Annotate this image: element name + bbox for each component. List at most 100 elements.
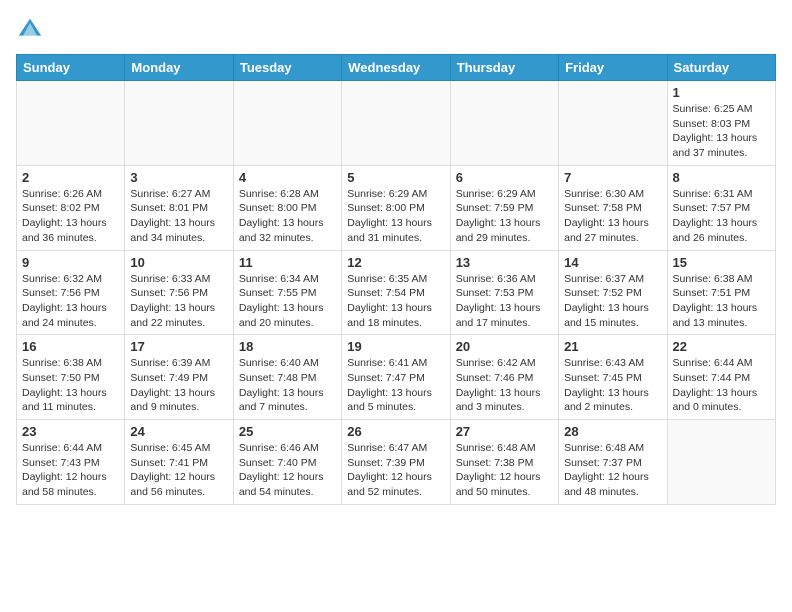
calendar-cell: 21 Sunrise: 6:43 AM Sunset: 7:45 PM Dayli… xyxy=(559,335,667,420)
day-number: 19 xyxy=(347,339,444,354)
day-info: Sunrise: 6:30 AM Sunset: 7:58 PM Dayligh… xyxy=(564,187,661,246)
day-number: 10 xyxy=(130,255,227,270)
day-info: Sunrise: 6:44 AM Sunset: 7:43 PM Dayligh… xyxy=(22,441,119,500)
calendar-cell: 18 Sunrise: 6:40 AM Sunset: 7:48 PM Dayli… xyxy=(233,335,341,420)
calendar-week-row: 1 Sunrise: 6:25 AM Sunset: 8:03 PM Daylig… xyxy=(17,81,776,166)
page-header xyxy=(16,16,776,44)
weekday-header-row: SundayMondayTuesdayWednesdayThursdayFrid… xyxy=(17,55,776,81)
day-info: Sunrise: 6:37 AM Sunset: 7:52 PM Dayligh… xyxy=(564,272,661,331)
calendar-cell: 13 Sunrise: 6:36 AM Sunset: 7:53 PM Dayli… xyxy=(450,250,558,335)
calendar-cell: 20 Sunrise: 6:42 AM Sunset: 7:46 PM Dayli… xyxy=(450,335,558,420)
day-number: 21 xyxy=(564,339,661,354)
calendar-cell: 23 Sunrise: 6:44 AM Sunset: 7:43 PM Dayli… xyxy=(17,420,125,505)
calendar-week-row: 9 Sunrise: 6:32 AM Sunset: 7:56 PM Daylig… xyxy=(17,250,776,335)
day-info: Sunrise: 6:40 AM Sunset: 7:48 PM Dayligh… xyxy=(239,356,336,415)
day-number: 16 xyxy=(22,339,119,354)
day-info: Sunrise: 6:42 AM Sunset: 7:46 PM Dayligh… xyxy=(456,356,553,415)
calendar-cell: 7 Sunrise: 6:30 AM Sunset: 7:58 PM Daylig… xyxy=(559,165,667,250)
weekday-header: Monday xyxy=(125,55,233,81)
day-number: 25 xyxy=(239,424,336,439)
calendar-cell: 27 Sunrise: 6:48 AM Sunset: 7:38 PM Dayli… xyxy=(450,420,558,505)
day-number: 7 xyxy=(564,170,661,185)
day-info: Sunrise: 6:28 AM Sunset: 8:00 PM Dayligh… xyxy=(239,187,336,246)
day-number: 28 xyxy=(564,424,661,439)
calendar-table: SundayMondayTuesdayWednesdayThursdayFrid… xyxy=(16,54,776,505)
day-number: 1 xyxy=(673,85,770,100)
calendar-cell xyxy=(125,81,233,166)
calendar-cell: 5 Sunrise: 6:29 AM Sunset: 8:00 PM Daylig… xyxy=(342,165,450,250)
day-number: 18 xyxy=(239,339,336,354)
day-info: Sunrise: 6:25 AM Sunset: 8:03 PM Dayligh… xyxy=(673,102,770,161)
day-info: Sunrise: 6:41 AM Sunset: 7:47 PM Dayligh… xyxy=(347,356,444,415)
day-info: Sunrise: 6:29 AM Sunset: 7:59 PM Dayligh… xyxy=(456,187,553,246)
calendar-cell: 26 Sunrise: 6:47 AM Sunset: 7:39 PM Dayli… xyxy=(342,420,450,505)
calendar-cell: 3Sunrise: 6:27 AM Sunset: 8:01 PM Daylig… xyxy=(125,165,233,250)
calendar-cell: 15Sunrise: 6:38 AM Sunset: 7:51 PM Dayli… xyxy=(667,250,775,335)
weekday-header: Wednesday xyxy=(342,55,450,81)
calendar-week-row: 23 Sunrise: 6:44 AM Sunset: 7:43 PM Dayli… xyxy=(17,420,776,505)
calendar-cell: 28 Sunrise: 6:48 AM Sunset: 7:37 PM Dayli… xyxy=(559,420,667,505)
day-number: 17 xyxy=(130,339,227,354)
calendar-cell: 12Sunrise: 6:35 AM Sunset: 7:54 PM Dayli… xyxy=(342,250,450,335)
day-info: Sunrise: 6:33 AM Sunset: 7:56 PM Dayligh… xyxy=(130,272,227,331)
day-info: Sunrise: 6:43 AM Sunset: 7:45 PM Dayligh… xyxy=(564,356,661,415)
day-number: 9 xyxy=(22,255,119,270)
day-number: 26 xyxy=(347,424,444,439)
day-number: 15 xyxy=(673,255,770,270)
day-number: 22 xyxy=(673,339,770,354)
day-number: 5 xyxy=(347,170,444,185)
day-info: Sunrise: 6:45 AM Sunset: 7:41 PM Dayligh… xyxy=(130,441,227,500)
calendar-cell: 17 Sunrise: 6:39 AM Sunset: 7:49 PM Dayli… xyxy=(125,335,233,420)
day-info: Sunrise: 6:31 AM Sunset: 7:57 PM Dayligh… xyxy=(673,187,770,246)
weekday-header: Saturday xyxy=(667,55,775,81)
calendar-week-row: 2 Sunrise: 6:26 AM Sunset: 8:02 PM Daylig… xyxy=(17,165,776,250)
day-info: Sunrise: 6:38 AM Sunset: 7:50 PM Dayligh… xyxy=(22,356,119,415)
calendar-cell: 9 Sunrise: 6:32 AM Sunset: 7:56 PM Daylig… xyxy=(17,250,125,335)
calendar-week-row: 16 Sunrise: 6:38 AM Sunset: 7:50 PM Dayli… xyxy=(17,335,776,420)
day-info: Sunrise: 6:39 AM Sunset: 7:49 PM Dayligh… xyxy=(130,356,227,415)
calendar-cell: 6Sunrise: 6:29 AM Sunset: 7:59 PM Daylig… xyxy=(450,165,558,250)
day-info: Sunrise: 6:48 AM Sunset: 7:38 PM Dayligh… xyxy=(456,441,553,500)
calendar-cell: 22 Sunrise: 6:44 AM Sunset: 7:44 PM Dayli… xyxy=(667,335,775,420)
day-number: 14 xyxy=(564,255,661,270)
weekday-header: Tuesday xyxy=(233,55,341,81)
day-info: Sunrise: 6:32 AM Sunset: 7:56 PM Dayligh… xyxy=(22,272,119,331)
day-number: 20 xyxy=(456,339,553,354)
day-info: Sunrise: 6:46 AM Sunset: 7:40 PM Dayligh… xyxy=(239,441,336,500)
calendar-cell: 4 Sunrise: 6:28 AM Sunset: 8:00 PM Daylig… xyxy=(233,165,341,250)
day-info: Sunrise: 6:36 AM Sunset: 7:53 PM Dayligh… xyxy=(456,272,553,331)
calendar-cell: 19 Sunrise: 6:41 AM Sunset: 7:47 PM Dayli… xyxy=(342,335,450,420)
day-number: 13 xyxy=(456,255,553,270)
calendar-cell: 1 Sunrise: 6:25 AM Sunset: 8:03 PM Daylig… xyxy=(667,81,775,166)
day-number: 27 xyxy=(456,424,553,439)
day-number: 4 xyxy=(239,170,336,185)
day-number: 24 xyxy=(130,424,227,439)
calendar-cell: 2 Sunrise: 6:26 AM Sunset: 8:02 PM Daylig… xyxy=(17,165,125,250)
day-info: Sunrise: 6:47 AM Sunset: 7:39 PM Dayligh… xyxy=(347,441,444,500)
calendar-cell xyxy=(342,81,450,166)
calendar-cell: 10 Sunrise: 6:33 AM Sunset: 7:56 PM Dayli… xyxy=(125,250,233,335)
calendar-cell xyxy=(667,420,775,505)
day-info: Sunrise: 6:48 AM Sunset: 7:37 PM Dayligh… xyxy=(564,441,661,500)
weekday-header: Thursday xyxy=(450,55,558,81)
calendar-cell xyxy=(450,81,558,166)
day-number: 2 xyxy=(22,170,119,185)
day-number: 11 xyxy=(239,255,336,270)
calendar-cell: 14 Sunrise: 6:37 AM Sunset: 7:52 PM Dayli… xyxy=(559,250,667,335)
day-info: Sunrise: 6:29 AM Sunset: 8:00 PM Dayligh… xyxy=(347,187,444,246)
calendar-cell xyxy=(559,81,667,166)
calendar-cell: 8 Sunrise: 6:31 AM Sunset: 7:57 PM Daylig… xyxy=(667,165,775,250)
calendar-cell: 24 Sunrise: 6:45 AM Sunset: 7:41 PM Dayli… xyxy=(125,420,233,505)
logo xyxy=(16,16,48,44)
calendar-cell: 11Sunrise: 6:34 AM Sunset: 7:55 PM Dayli… xyxy=(233,250,341,335)
day-number: 23 xyxy=(22,424,119,439)
day-info: Sunrise: 6:44 AM Sunset: 7:44 PM Dayligh… xyxy=(673,356,770,415)
day-info: Sunrise: 6:26 AM Sunset: 8:02 PM Dayligh… xyxy=(22,187,119,246)
calendar-cell xyxy=(233,81,341,166)
day-info: Sunrise: 6:27 AM Sunset: 8:01 PM Dayligh… xyxy=(130,187,227,246)
day-number: 8 xyxy=(673,170,770,185)
day-info: Sunrise: 6:35 AM Sunset: 7:54 PM Dayligh… xyxy=(347,272,444,331)
calendar-cell: 25 Sunrise: 6:46 AM Sunset: 7:40 PM Dayli… xyxy=(233,420,341,505)
weekday-header: Friday xyxy=(559,55,667,81)
calendar-cell xyxy=(17,81,125,166)
